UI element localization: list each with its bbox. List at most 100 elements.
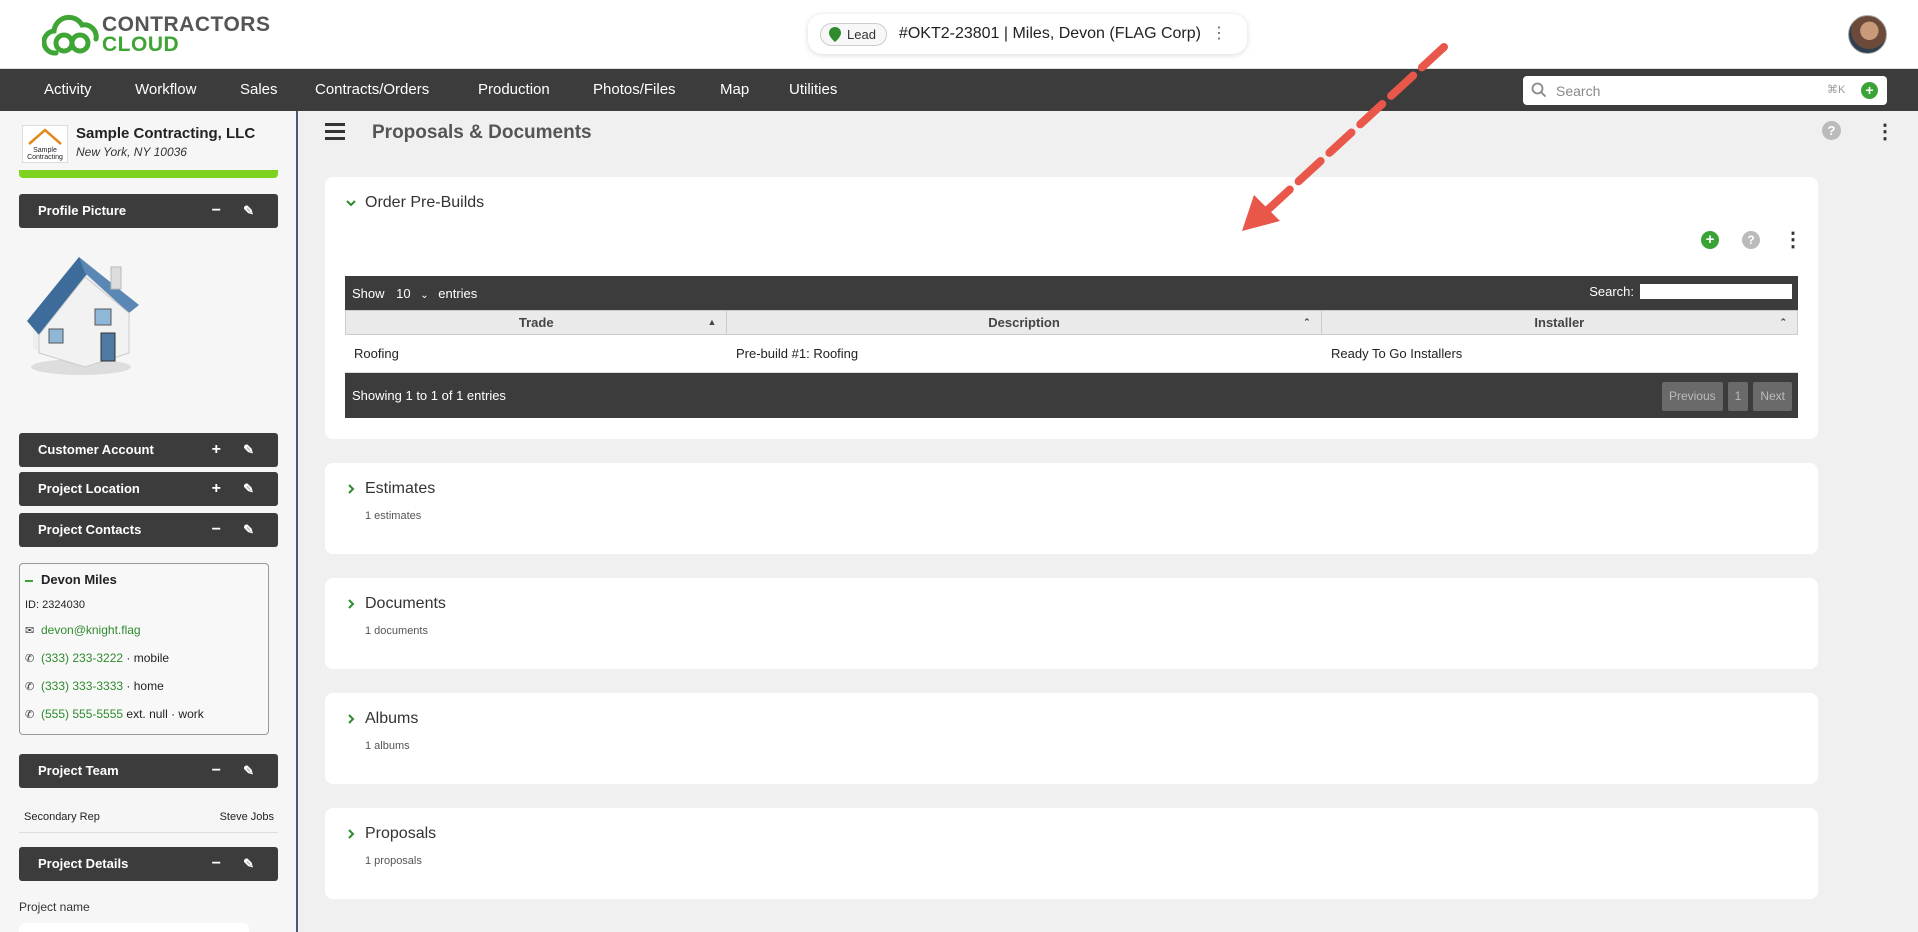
collapse-icon[interactable]: − [212, 194, 221, 228]
phone-link[interactable]: (333) 233-3222 [41, 651, 123, 665]
panel-title[interactable]: Albums [365, 710, 418, 728]
panel-count: 1 estimates [365, 510, 422, 522]
nav-item-sales[interactable]: Sales [240, 69, 278, 111]
edit-pencil-icon[interactable]: ✎ [243, 194, 254, 228]
contact-name-row[interactable]: Devon Miles [25, 572, 263, 587]
lead-header-pill[interactable]: Lead #OKT2-23801 | Miles, Devon (FLAG Co… [808, 14, 1247, 54]
table-info: Showing 1 to 1 of 1 entries [352, 388, 506, 403]
sort-icon: ⌃ [1779, 317, 1787, 327]
edit-pencil-icon[interactable]: ✎ [243, 513, 254, 547]
search-shortcut-hint: ⌘K [1827, 84, 1846, 96]
company-location: New York, NY 10036 [76, 145, 187, 159]
nav-item-map[interactable]: Map [720, 69, 749, 111]
page-length-select[interactable]: 10 ⌄ [396, 286, 428, 301]
nav-item-photos-files[interactable]: Photos/Files [593, 69, 676, 111]
edit-pencil-icon[interactable]: ✎ [243, 754, 254, 788]
contact-phone-row: ✆ (333) 233-3222 · mobile [25, 651, 169, 665]
user-avatar[interactable] [1848, 15, 1887, 54]
section-customer-account[interactable]: Customer Account + ✎ [19, 433, 278, 467]
phone-link[interactable]: (555) 555-5555 [41, 707, 123, 721]
hamburger-menu-icon[interactable] [325, 123, 345, 140]
collapse-icon[interactable]: − [212, 847, 221, 881]
estimates-panel[interactable]: Estimates 1 estimates [325, 463, 1818, 554]
table-header: Trade ▲ Description ⌃ Installer ⌃ [345, 310, 1798, 335]
phone-link[interactable]: (333) 333-3333 [41, 679, 123, 693]
page-button[interactable]: 1 [1727, 382, 1749, 411]
edit-pencil-icon[interactable]: ✎ [243, 847, 254, 881]
table-row[interactable]: Roofing Pre-build #1: Roofing Ready To G… [345, 335, 1798, 373]
logo-text-line1: CONTRACTORS [102, 13, 271, 36]
section-title: Profile Picture [38, 203, 127, 218]
column-header-trade[interactable]: Trade ▲ [346, 311, 728, 334]
nav-item-activity[interactable]: Activity [44, 69, 92, 111]
help-icon[interactable]: ? [1822, 121, 1841, 140]
edit-pencil-icon[interactable]: ✎ [243, 433, 254, 467]
previous-button[interactable]: Previous [1661, 382, 1723, 411]
chevron-right-icon[interactable] [346, 829, 356, 839]
nav-item-utilities[interactable]: Utilities [789, 69, 837, 111]
cloud-logo-icon [42, 14, 99, 56]
add-circle-icon[interactable]: + [1701, 231, 1719, 249]
company-info: Sample Contracting Sample Contracting, L… [22, 125, 255, 163]
svg-text:Sample: Sample [33, 147, 57, 154]
order-prebuilds-panel: Order Pre-Builds + ? ⋮ Show 10 ⌄ entries… [325, 177, 1818, 439]
contact-email-link[interactable]: devon@knight.flag [41, 623, 141, 637]
project-sidebar: Sample Contracting Sample Contracting, L… [0, 111, 298, 932]
edit-pencil-icon[interactable]: ✎ [243, 472, 254, 506]
global-search-input[interactable]: Search ⌘K + [1523, 76, 1887, 105]
nav-item-production[interactable]: Production [478, 69, 550, 111]
project-name-field[interactable] [19, 923, 249, 932]
table-search: Search: [1589, 284, 1792, 299]
collapse-icon[interactable]: − [212, 754, 221, 788]
contact-email-row: ✉ devon@knight.flag [25, 623, 141, 637]
lead-badge-label: Lead [847, 26, 876, 42]
chevron-right-icon[interactable] [346, 599, 356, 609]
add-icon[interactable]: + [212, 433, 221, 467]
more-vertical-icon[interactable]: ⋮ [1211, 23, 1227, 43]
nav-item-contracts-orders[interactable]: Contracts/Orders [315, 69, 429, 111]
panel-title[interactable]: Proposals [365, 825, 436, 843]
column-header-installer[interactable]: Installer ⌃ [1322, 311, 1797, 334]
more-vertical-icon[interactable]: ⋮ [1783, 227, 1803, 252]
contact-card: Devon Miles ID: 2324030 ✉ devon@knight.fl… [19, 563, 269, 735]
section-project-team[interactable]: Project Team − ✎ [19, 754, 278, 788]
section-project-details[interactable]: Project Details − ✎ [19, 847, 278, 881]
table-search-input[interactable] [1640, 284, 1792, 299]
collapse-icon[interactable]: − [212, 513, 221, 547]
team-person: Steve Jobs [219, 811, 274, 823]
lead-status-badge[interactable]: Lead [820, 22, 887, 46]
next-button[interactable]: Next [1753, 382, 1792, 411]
more-vertical-icon[interactable]: ⋮ [1875, 119, 1895, 144]
company-name: Sample Contracting, LLC [76, 125, 256, 142]
contractors-cloud-logo[interactable]: CONTRACTORS CLOUD [42, 13, 270, 57]
svg-text:Contracting: Contracting [27, 154, 63, 161]
panel-title[interactable]: Estimates [365, 480, 435, 498]
albums-panel[interactable]: Albums 1 albums [325, 693, 1818, 784]
annotation-arrow-icon [1242, 43, 1448, 231]
lead-title: #OKT2-23801 | Miles, Devon (FLAG Corp) [898, 25, 1201, 42]
section-title: Customer Account [38, 442, 154, 457]
column-header-description[interactable]: Description ⌃ [727, 311, 1322, 334]
collapse-dash-icon[interactable] [25, 579, 33, 582]
section-project-contacts[interactable]: Project Contacts − ✎ [19, 513, 278, 547]
proposals-panel[interactable]: Proposals 1 proposals [325, 808, 1818, 899]
chevron-right-icon[interactable] [346, 484, 356, 494]
panel-title[interactable]: Order Pre-Builds [365, 194, 484, 212]
chevron-down-icon[interactable] [346, 198, 356, 208]
section-profile-picture[interactable]: Profile Picture − ✎ [19, 194, 278, 228]
chevron-right-icon[interactable] [346, 714, 356, 724]
team-role: Secondary Rep [24, 811, 100, 823]
envelope-icon: ✉ [25, 625, 35, 637]
house-profile-image[interactable] [19, 249, 149, 379]
add-icon[interactable]: + [212, 472, 221, 506]
documents-panel[interactable]: Documents 1 documents [325, 578, 1818, 669]
page-header: Proposals & Documents ? ⋮ [325, 111, 1895, 155]
add-new-icon[interactable]: + [1861, 82, 1878, 99]
section-project-location[interactable]: Project Location + ✎ [19, 472, 278, 506]
phone-type: · mobile [123, 651, 170, 665]
panel-title[interactable]: Documents [365, 595, 446, 613]
section-title: Project Location [38, 481, 140, 496]
sort-icon: ⌃ [1303, 317, 1311, 327]
help-icon[interactable]: ? [1742, 231, 1760, 249]
nav-item-workflow[interactable]: Workflow [135, 69, 196, 111]
